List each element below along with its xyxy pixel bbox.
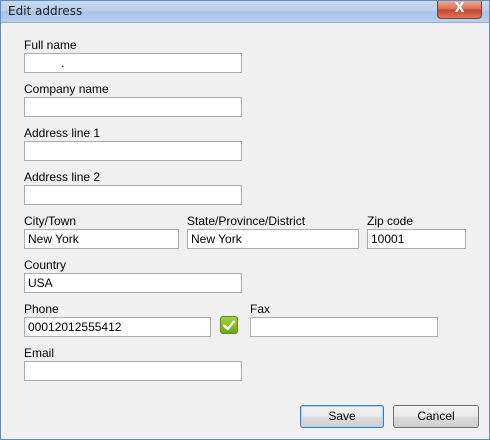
address-line-1-input[interactable] <box>24 141 242 161</box>
title-bar[interactable]: Edit address X <box>1 1 489 23</box>
fax-label: Fax <box>250 302 271 316</box>
state-label: State/Province/District <box>187 214 306 228</box>
company-name-label: Company name <box>24 82 109 96</box>
zip-input[interactable]: 10001 <box>367 229 466 249</box>
country-input[interactable]: USA <box>24 273 242 293</box>
address-line-2-input[interactable] <box>24 185 242 205</box>
close-button[interactable]: X <box>437 1 482 19</box>
dialog-body: Full name . Company name Address line 1 … <box>5 23 485 435</box>
address-line-1-label: Address line 1 <box>24 126 101 140</box>
full-name-input[interactable]: . <box>24 53 242 73</box>
save-button[interactable]: Save <box>300 405 384 428</box>
zip-label: Zip code <box>367 214 414 228</box>
cancel-button[interactable]: Cancel <box>393 405 479 428</box>
city-label: City/Town <box>24 214 77 228</box>
phone-label: Phone <box>24 302 59 316</box>
check-icon <box>222 320 236 331</box>
full-name-label: Full name <box>24 38 77 52</box>
address-line-2-label: Address line 2 <box>24 170 101 184</box>
email-label: Email <box>24 346 55 360</box>
email-input[interactable] <box>24 361 242 381</box>
state-input[interactable]: New York <box>187 229 359 249</box>
fax-input[interactable] <box>250 317 438 337</box>
company-name-input[interactable] <box>24 97 242 117</box>
country-label: Country <box>24 258 67 272</box>
window-title: Edit address <box>8 4 83 18</box>
phone-valid-indicator <box>220 316 238 334</box>
edit-address-dialog: Edit address X Full name . Company name … <box>0 0 490 440</box>
close-icon: X <box>454 1 465 16</box>
full-name-value: . <box>61 56 65 70</box>
city-input[interactable]: New York <box>24 229 179 249</box>
phone-input[interactable]: 00012012555412 <box>24 317 211 337</box>
